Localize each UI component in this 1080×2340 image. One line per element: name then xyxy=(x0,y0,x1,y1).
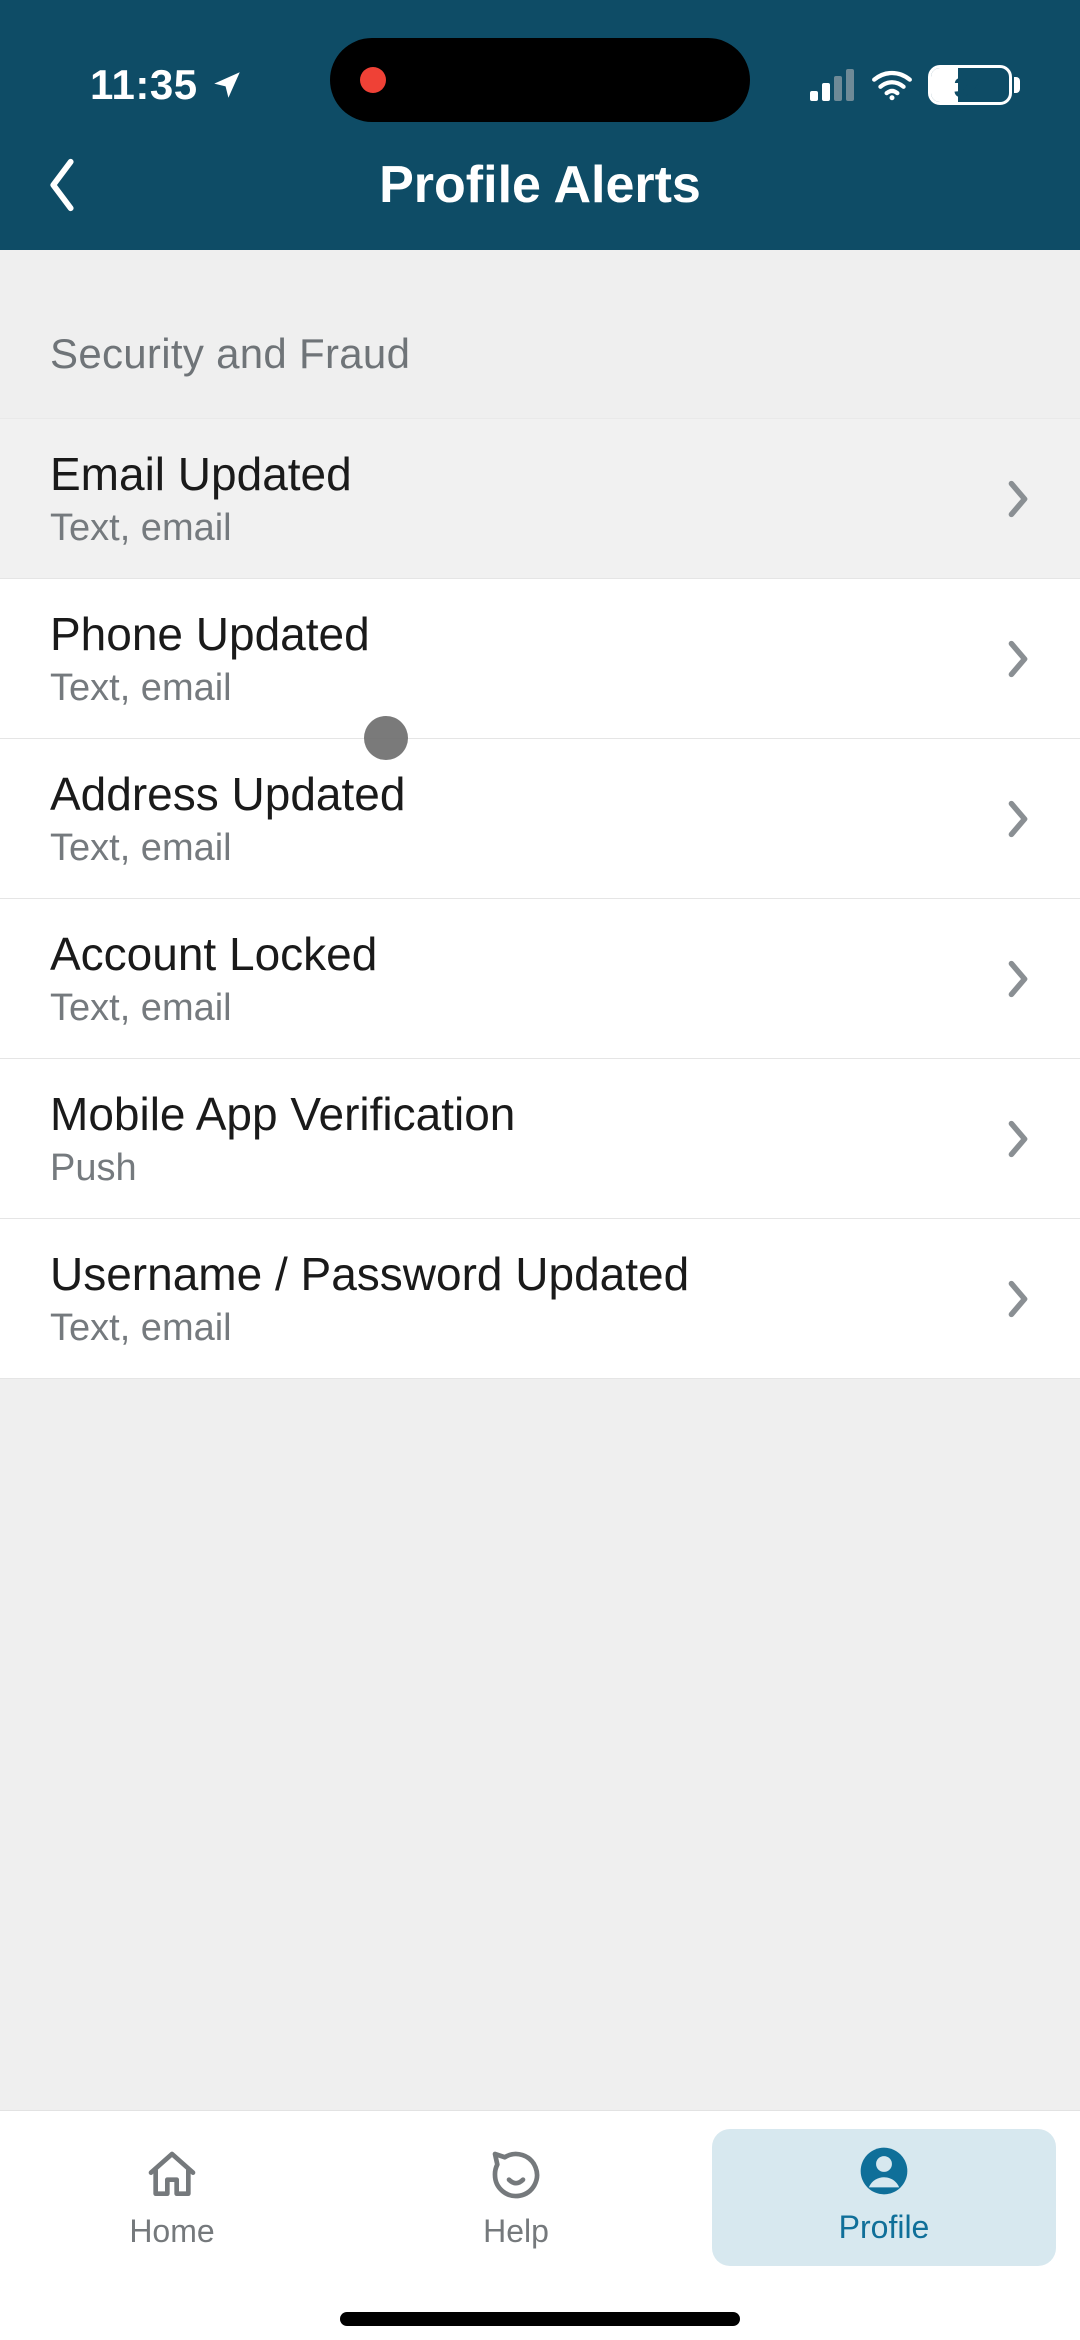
section-header-security: Security and Fraud xyxy=(0,250,1080,418)
alert-title: Address Updated xyxy=(50,767,405,821)
status-time: 11:35 xyxy=(90,61,198,109)
chevron-right-icon xyxy=(1004,797,1032,841)
tab-label: Profile xyxy=(839,2209,930,2246)
tab-profile[interactable]: Profile xyxy=(712,2129,1056,2266)
dynamic-island[interactable] xyxy=(330,38,750,122)
home-indicator[interactable] xyxy=(340,2312,740,2326)
alert-row-username-password-updated[interactable]: Username / Password Updated Text, email xyxy=(0,1219,1080,1379)
alert-sub: Text, email xyxy=(50,507,352,550)
alert-row-mobile-app-verification[interactable]: Mobile App Verification Push xyxy=(0,1059,1080,1219)
back-button[interactable] xyxy=(22,145,102,225)
alert-title: Email Updated xyxy=(50,447,352,501)
pointer-cursor xyxy=(364,716,408,760)
wifi-icon xyxy=(870,69,914,101)
status-left: 11:35 xyxy=(90,61,244,109)
tab-home[interactable]: Home xyxy=(0,2133,344,2270)
alert-sub: Text, email xyxy=(50,1307,689,1350)
battery-level: 34 xyxy=(931,68,1009,105)
cellular-signal-icon xyxy=(810,69,856,101)
tab-bar: Home Help Profile xyxy=(0,2110,1080,2340)
tab-label: Home xyxy=(129,2213,214,2250)
location-icon xyxy=(210,68,244,102)
alert-title: Mobile App Verification xyxy=(50,1087,515,1141)
alert-row-email-updated[interactable]: Email Updated Text, email xyxy=(0,418,1080,579)
alert-row-address-updated[interactable]: Address Updated Text, email xyxy=(0,739,1080,899)
chat-icon xyxy=(486,2147,546,2203)
content-area: Security and Fraud Email Updated Text, e… xyxy=(0,250,1080,2130)
alert-sub: Text, email xyxy=(50,667,370,710)
page-title: Profile Alerts xyxy=(0,155,1080,215)
nav-bar: Profile Alerts xyxy=(0,120,1080,250)
alert-sub: Push xyxy=(50,1147,515,1190)
chevron-right-icon xyxy=(1004,957,1032,1001)
tab-label: Help xyxy=(483,2213,549,2250)
status-right: 34 xyxy=(810,65,1020,105)
battery-icon: 34 xyxy=(928,65,1020,105)
chevron-right-icon xyxy=(1004,1277,1032,1321)
chevron-right-icon xyxy=(1004,637,1032,681)
alert-title: Account Locked xyxy=(50,927,377,981)
alert-row-phone-updated[interactable]: Phone Updated Text, email xyxy=(0,579,1080,739)
recording-dot-icon xyxy=(360,67,386,93)
alert-sub: Text, email xyxy=(50,987,377,1030)
profile-icon xyxy=(854,2143,914,2199)
alert-sub: Text, email xyxy=(50,827,405,870)
chevron-right-icon xyxy=(1004,1117,1032,1161)
app-header: 11:35 xyxy=(0,0,1080,250)
alerts-list: Email Updated Text, email Phone Updated … xyxy=(0,418,1080,1379)
tab-help[interactable]: Help xyxy=(344,2133,688,2270)
alert-title: Phone Updated xyxy=(50,607,370,661)
home-icon xyxy=(142,2147,202,2203)
alert-row-account-locked[interactable]: Account Locked Text, email xyxy=(0,899,1080,1059)
alert-title: Username / Password Updated xyxy=(50,1247,689,1301)
chevron-right-icon xyxy=(1004,477,1032,521)
